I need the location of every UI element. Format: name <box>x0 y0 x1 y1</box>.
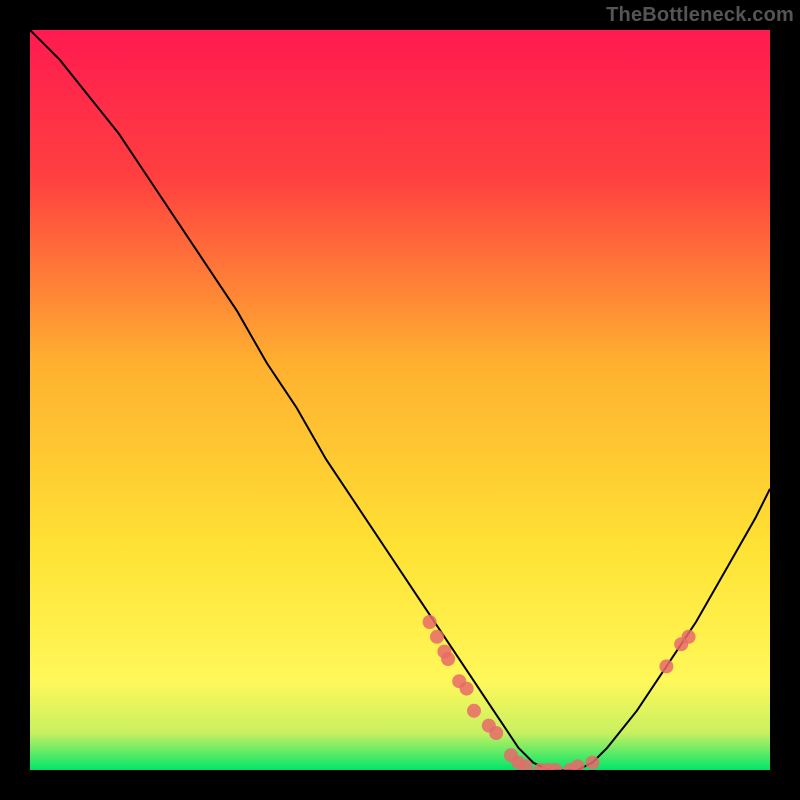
chart-container: TheBottleneck.com <box>0 0 800 800</box>
benchmark-point <box>460 682 474 696</box>
bottleneck-chart <box>30 30 770 770</box>
benchmark-point <box>467 704 481 718</box>
benchmark-point <box>423 615 437 629</box>
benchmark-point <box>430 630 444 644</box>
benchmark-point <box>441 652 455 666</box>
gradient-background <box>30 30 770 770</box>
watermark-text: TheBottleneck.com <box>606 4 794 27</box>
benchmark-point <box>682 630 696 644</box>
benchmark-point <box>489 726 503 740</box>
benchmark-point <box>659 659 673 673</box>
benchmark-point <box>585 756 599 770</box>
